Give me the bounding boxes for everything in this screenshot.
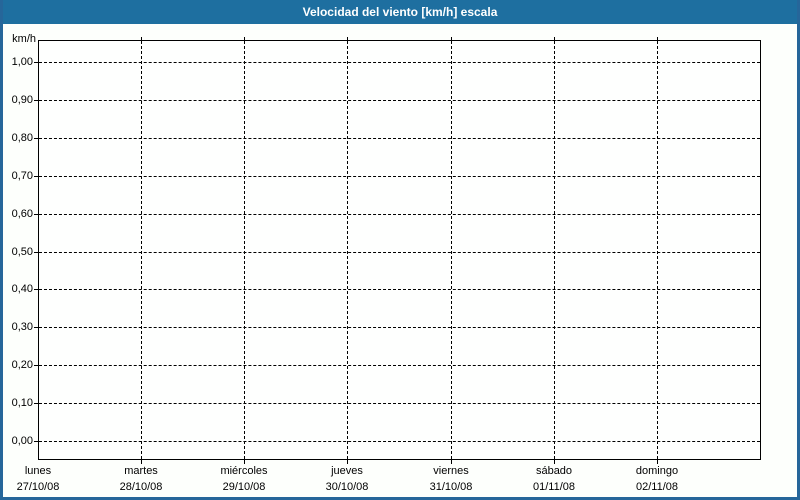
y-tick-label: 0,40 [11, 283, 33, 295]
x-date-label: 01/11/08 [532, 481, 575, 493]
y-tick-label: 0,90 [11, 94, 33, 106]
y-tick-label: 0,50 [11, 246, 33, 258]
h-gridline [39, 214, 760, 215]
h-gridline [39, 403, 760, 404]
v-gridline [347, 41, 348, 459]
x-day-label: martes [124, 465, 158, 477]
x-axis-tick-top [657, 37, 658, 40]
x-date-label: 31/10/08 [429, 481, 473, 493]
h-gridline [39, 138, 760, 139]
h-gridline [39, 365, 760, 366]
y-tick-label: 0,60 [11, 208, 33, 220]
x-axis-tick-top [244, 37, 245, 40]
h-gridline [39, 100, 760, 101]
chart-title: Velocidad del viento [km/h] escala [302, 5, 498, 19]
y-tick-label: 1,00 [11, 56, 33, 68]
x-date-label: 30/10/08 [325, 481, 369, 493]
h-gridline [39, 252, 760, 253]
plot-area [38, 40, 761, 460]
y-axis-tick [34, 365, 38, 366]
y-axis-tick [34, 252, 38, 253]
x-axis-tick-bottom [347, 460, 348, 464]
y-tick-label: 0,70 [11, 170, 33, 182]
v-gridline [451, 41, 452, 459]
y-axis-tick [34, 403, 38, 404]
x-axis-tick-top [141, 37, 142, 40]
y-axis-tick [34, 327, 38, 328]
y-axis-tick [34, 214, 38, 215]
x-day-label: domingo [635, 465, 679, 477]
y-axis-tick [34, 138, 38, 139]
y-tick-label: 0,30 [11, 321, 33, 333]
h-gridline [39, 327, 760, 328]
h-gridline [39, 289, 760, 290]
x-date-label: 29/10/08 [222, 481, 266, 493]
v-gridline [554, 41, 555, 459]
x-axis-tick-bottom [141, 460, 142, 464]
y-axis-tick [34, 62, 38, 63]
x-day-label: viernes [433, 465, 469, 477]
x-day-label: jueves [331, 465, 363, 477]
x-day-label: lunes [24, 465, 52, 477]
v-gridline [141, 41, 142, 459]
h-gridline [39, 176, 760, 177]
y-tick-label: 0,20 [11, 359, 33, 371]
x-axis-tick-top [451, 37, 452, 40]
x-axis-tick-bottom [451, 460, 452, 464]
x-date-label: 02/11/08 [635, 481, 678, 493]
x-axis-tick-bottom [657, 460, 658, 464]
x-day-label: sábado [535, 465, 573, 477]
y-axis-tick [34, 441, 38, 442]
v-gridline [244, 41, 245, 459]
x-date-label: 28/10/08 [119, 481, 163, 493]
h-gridline [39, 441, 760, 442]
y-tick-label: 0,00 [11, 435, 33, 447]
titlebar: Velocidad del viento [km/h] escala [0, 0, 800, 24]
y-axis-tick [34, 100, 38, 101]
x-axis-tick-bottom [244, 460, 245, 464]
y-axis-tick [34, 289, 38, 290]
y-axis-tick [34, 176, 38, 177]
y-axis-unit-label: km/h [12, 33, 36, 45]
x-axis-tick-bottom [554, 460, 555, 464]
y-tick-label: 0,10 [11, 397, 33, 409]
x-axis-tick-top [347, 37, 348, 40]
x-day-label: miércoles [220, 465, 268, 477]
x-axis-tick-top [554, 37, 555, 40]
v-gridline [657, 41, 658, 459]
y-tick-label: 0,80 [11, 132, 33, 144]
x-date-label: 27/10/08 [16, 481, 60, 493]
h-gridline [39, 62, 760, 63]
